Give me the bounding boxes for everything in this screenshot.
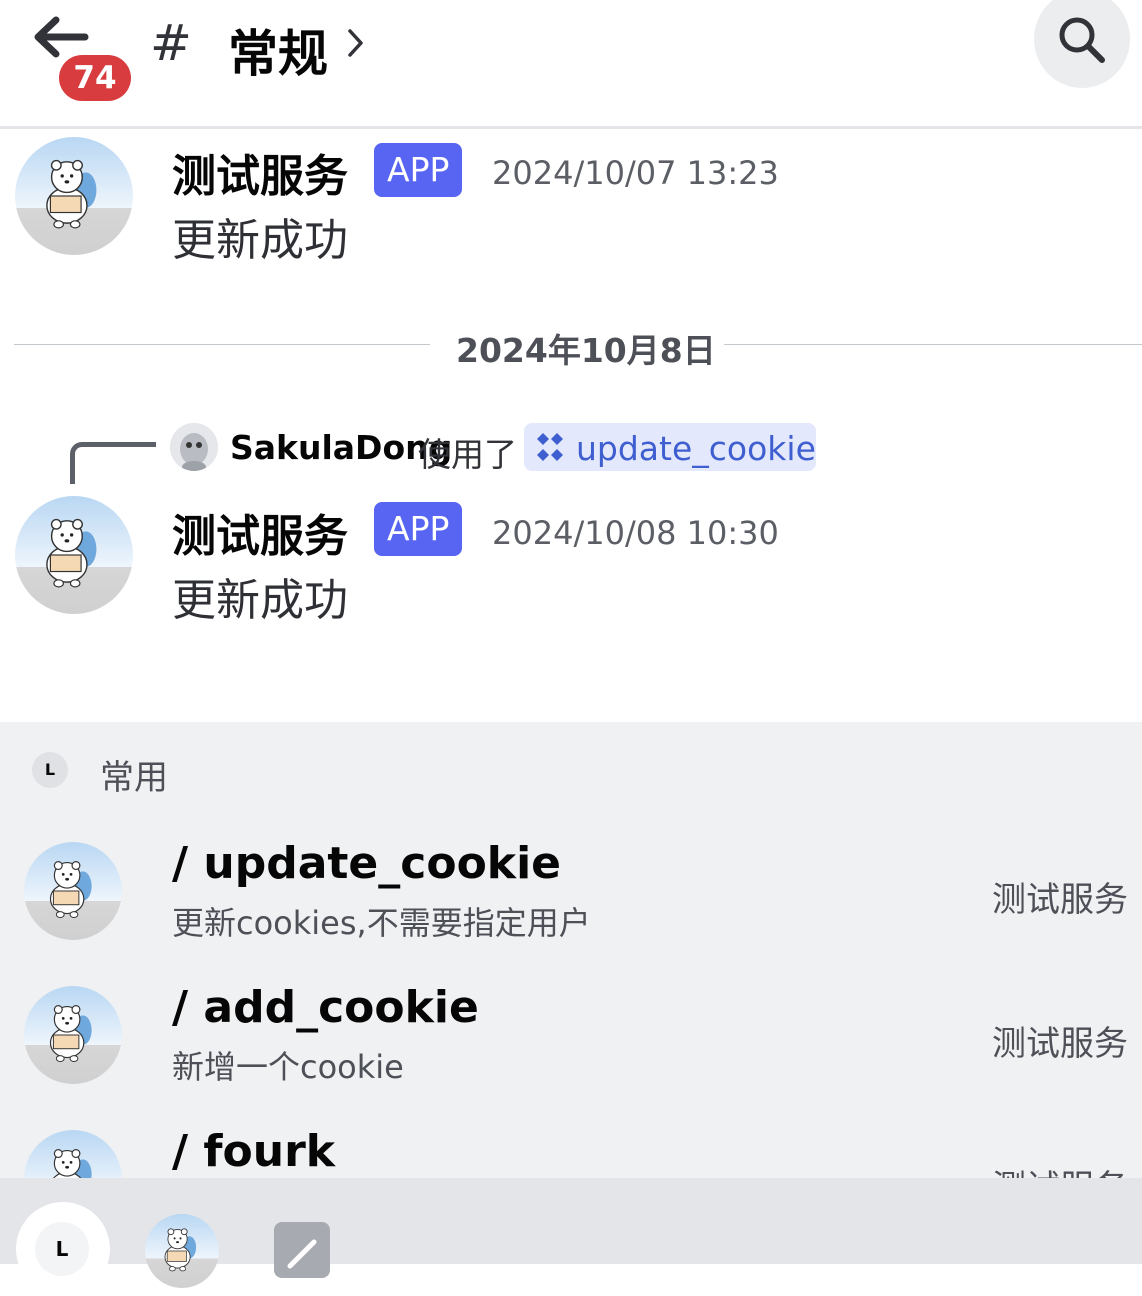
command-app-name: 测试服务 bbox=[992, 1024, 1128, 1064]
section-title: 常用 bbox=[100, 758, 168, 798]
robot-avatar-image bbox=[170, 423, 218, 471]
app-tab-letter: L bbox=[35, 1222, 89, 1276]
chevron-right-icon[interactable] bbox=[346, 26, 366, 60]
message-timestamp: 2024/10/07 13:23 bbox=[492, 154, 779, 192]
command-app-name: 测试服务 bbox=[992, 880, 1128, 920]
message-author[interactable]: 测试服务 bbox=[172, 140, 348, 204]
section-app-icon: L bbox=[32, 752, 68, 788]
app-command-icon bbox=[537, 433, 563, 461]
command-option[interactable]: / add_cookie 新增一个cookie 测试服务 bbox=[0, 982, 1142, 1130]
date-divider-label: 2024年10月8日 bbox=[456, 331, 716, 370]
command-description: 新增一个cookie bbox=[172, 1048, 404, 1086]
user-avatar[interactable] bbox=[170, 423, 218, 471]
command-description: 更新cookies,不需要指定用户 bbox=[172, 904, 591, 942]
command-option[interactable]: / update_cookie 更新cookies,不需要指定用户 测试服务 bbox=[0, 838, 1142, 986]
bear-avatar-image bbox=[24, 842, 122, 940]
message-text: 更新成功 bbox=[172, 575, 348, 626]
app-tab-bot[interactable] bbox=[145, 1214, 219, 1288]
bot-avatar bbox=[24, 1130, 122, 1178]
command-app-name: 测试服务 bbox=[992, 1160, 1128, 1178]
date-divider-line bbox=[724, 344, 1142, 345]
channel-hash-icon: # bbox=[150, 14, 192, 72]
search-button[interactable] bbox=[1034, 0, 1130, 88]
command-suggestions-panel: L 常用 / update_cookie 更新cookies,不需要指定用户 测… bbox=[0, 722, 1142, 1178]
bot-avatar[interactable] bbox=[15, 496, 133, 614]
bear-avatar-image bbox=[24, 1130, 122, 1178]
date-divider-line bbox=[14, 344, 430, 345]
app-badge: APP bbox=[374, 143, 463, 197]
command-option[interactable]: / fourk 测试服务 bbox=[0, 1126, 1142, 1178]
app-badge: APP bbox=[374, 502, 463, 556]
command-mention[interactable]: update_cookie bbox=[524, 423, 816, 471]
bear-avatar-image bbox=[24, 986, 122, 1084]
bot-avatar bbox=[24, 986, 122, 1084]
search-icon bbox=[1059, 17, 1105, 63]
command-name: / add_cookie bbox=[172, 982, 479, 1033]
message-timestamp: 2024/10/08 10:30 bbox=[492, 514, 779, 552]
unread-badge: 74 bbox=[59, 55, 131, 101]
slash-command-icon bbox=[287, 1239, 317, 1269]
bear-avatar-image bbox=[145, 1214, 219, 1288]
message-text: 更新成功 bbox=[172, 215, 348, 266]
channel-name[interactable]: 常规 bbox=[228, 14, 328, 86]
command-name: / update_cookie bbox=[172, 838, 561, 889]
bear-avatar-image bbox=[15, 496, 133, 614]
reply-action: 使用了 bbox=[418, 435, 517, 474]
command-mention-label: update_cookie bbox=[576, 429, 816, 468]
command-name: / fourk bbox=[172, 1126, 336, 1177]
bot-avatar[interactable] bbox=[15, 137, 133, 255]
message-author[interactable]: 测试服务 bbox=[172, 500, 348, 564]
app-tab-selected[interactable]: L bbox=[16, 1202, 110, 1296]
channel-header: 74 # 常规 bbox=[0, 0, 1142, 129]
reply-connector bbox=[70, 442, 156, 484]
app-tab-bar: L bbox=[0, 1178, 1142, 1296]
app-tab-builtin[interactable] bbox=[274, 1222, 330, 1278]
bot-avatar bbox=[24, 842, 122, 940]
bear-avatar-image bbox=[15, 137, 133, 255]
